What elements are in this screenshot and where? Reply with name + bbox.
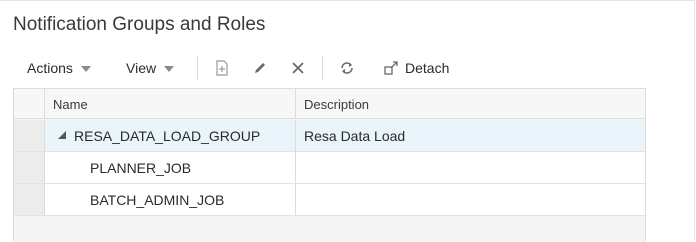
notification-groups-panel: Notification Groups and Roles Actions Vi… bbox=[0, 0, 695, 242]
table-row[interactable]: BATCH_ADMIN_JOB bbox=[14, 184, 645, 216]
edit-icon[interactable] bbox=[250, 58, 270, 78]
row-header[interactable] bbox=[14, 152, 45, 184]
actions-menu[interactable]: Actions bbox=[27, 53, 91, 83]
row-header[interactable] bbox=[14, 184, 45, 216]
refresh-icon[interactable] bbox=[337, 58, 357, 78]
chevron-down-icon bbox=[80, 65, 91, 72]
view-menu[interactable]: View bbox=[126, 53, 175, 83]
detach-button[interactable]: Detach bbox=[383, 53, 449, 83]
table-row[interactable]: PLANNER_JOB bbox=[14, 152, 645, 184]
column-header-label: Name bbox=[53, 97, 88, 112]
table-row[interactable]: RESA_DATA_LOAD_GROUP Resa Data Load bbox=[14, 120, 645, 152]
chevron-down-icon bbox=[164, 65, 175, 72]
table-empty-area bbox=[14, 216, 645, 242]
expand-triangle-icon[interactable] bbox=[58, 131, 66, 139]
row-description: Resa Data Load bbox=[304, 128, 406, 144]
name-cell[interactable]: BATCH_ADMIN_JOB bbox=[45, 184, 296, 216]
row-name: PLANNER_JOB bbox=[90, 160, 192, 176]
row-header-corner bbox=[14, 89, 45, 119]
column-header-label: Description bbox=[304, 97, 370, 112]
row-header[interactable] bbox=[14, 120, 45, 152]
column-header-description[interactable]: Description bbox=[296, 89, 645, 119]
row-name: BATCH_ADMIN_JOB bbox=[90, 192, 225, 208]
toolbar: Actions View Detach bbox=[14, 53, 474, 83]
page-title: Notification Groups and Roles bbox=[13, 14, 266, 35]
actions-menu-label: Actions bbox=[27, 60, 73, 76]
description-cell[interactable] bbox=[296, 184, 645, 216]
tree-table: Name Description RESA_DATA_LOAD_GROUP Re… bbox=[13, 88, 646, 242]
view-menu-label: View bbox=[126, 60, 157, 76]
add-icon[interactable] bbox=[212, 58, 232, 78]
detach-label: Detach bbox=[405, 60, 450, 76]
detach-icon bbox=[384, 61, 398, 75]
column-header-name[interactable]: Name bbox=[45, 89, 296, 119]
name-cell[interactable]: PLANNER_JOB bbox=[45, 152, 296, 184]
row-name: RESA_DATA_LOAD_GROUP bbox=[74, 128, 261, 144]
toolbar-divider bbox=[197, 56, 198, 80]
description-cell[interactable] bbox=[296, 152, 645, 184]
description-cell[interactable]: Resa Data Load bbox=[296, 120, 645, 152]
table-header: Name Description bbox=[14, 89, 645, 119]
toolbar-divider bbox=[322, 56, 323, 80]
name-cell[interactable]: RESA_DATA_LOAD_GROUP bbox=[45, 120, 296, 152]
delete-icon[interactable] bbox=[288, 58, 308, 78]
